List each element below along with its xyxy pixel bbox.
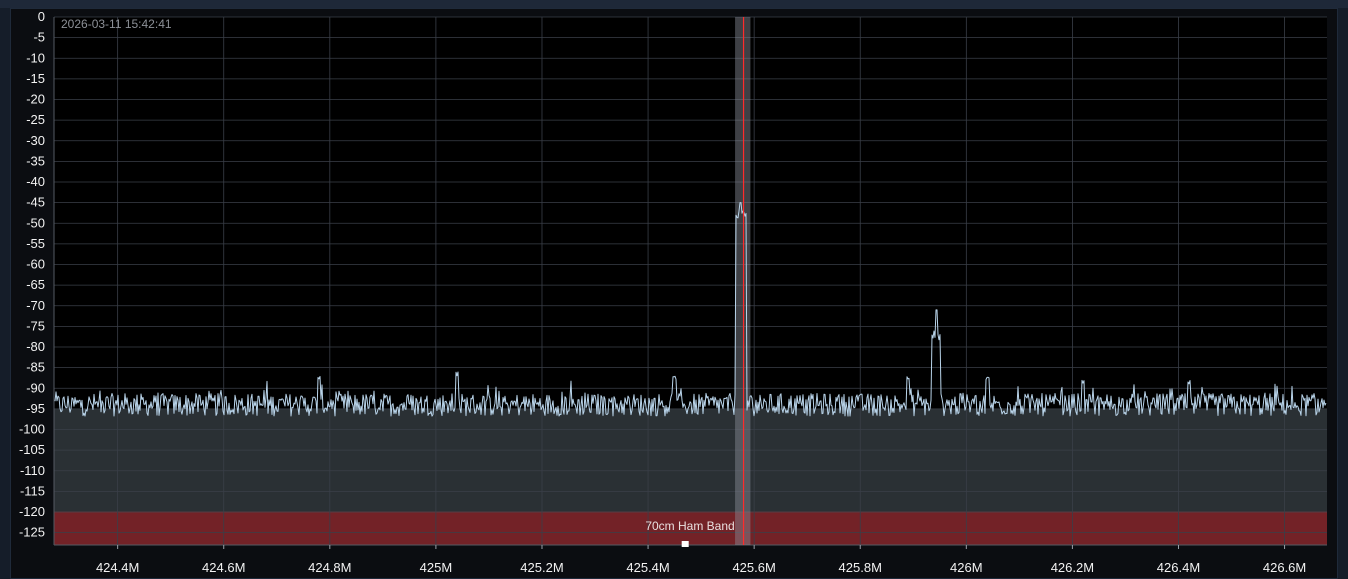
x-tick-label: 426.4M (1157, 560, 1200, 575)
y-tick-label: -10 (26, 50, 45, 65)
x-tick-label: 426M (950, 560, 983, 575)
y-tick-label: 0 (38, 9, 45, 24)
y-tick-label: -105 (19, 442, 45, 457)
y-tick-label: -35 (26, 153, 45, 168)
y-tick-label: -5 (33, 30, 45, 45)
x-tick-label: 425.6M (732, 560, 775, 575)
y-tick-label: -95 (26, 401, 45, 416)
y-tick-label: -90 (26, 380, 45, 395)
y-tick-label: -30 (26, 133, 45, 148)
y-tick-label: -65 (26, 277, 45, 292)
y-tick-label: -120 (19, 504, 45, 519)
y-tick-label: -125 (19, 525, 45, 540)
y-tick-label: -75 (26, 318, 45, 333)
y-tick-label: -60 (26, 257, 45, 272)
y-tick-label: -85 (26, 360, 45, 375)
y-tick-label: -110 (20, 463, 45, 478)
app-frame: 0 -5 -10 -15 -20 -25 -30 -35 -40 -45 -50 -55 -60 -65 -… (0, 0, 1348, 579)
y-tick-label: -20 (26, 92, 45, 107)
x-tick-label: 425.4M (626, 560, 669, 575)
y-tick-label: -55 (26, 236, 45, 251)
y-tick-label: -40 (26, 174, 45, 189)
x-tick-label: 424.6M (202, 560, 245, 575)
y-tick-label: -80 (26, 339, 45, 354)
y-tick-label: -45 (26, 195, 45, 210)
spectrum-chart[interactable]: 0 -5 -10 -15 -20 -25 -30 -35 -40 -45 -50 -55 -60 -65 -… (0, 0, 1348, 579)
x-tick-label: 425M (420, 560, 453, 575)
y-tick-label: -50 (26, 215, 45, 230)
timestamp: 2026-03-11 15:42:41 (61, 17, 172, 31)
channel-band (735, 17, 751, 545)
x-tick-label: 425.8M (839, 560, 882, 575)
y-tick-label: -100 (19, 422, 45, 437)
x-tick-label: 424.4M (96, 560, 139, 575)
y-tick-label: -25 (26, 112, 45, 127)
band-label: 70cm Ham Band (645, 519, 734, 533)
x-tick-label: 424.8M (308, 560, 351, 575)
y-tick-label: -70 (26, 298, 45, 313)
x-tick-label: 426.6M (1263, 560, 1306, 575)
x-tick-label: 426.2M (1051, 560, 1094, 575)
y-tick-label: -15 (26, 71, 45, 86)
band-marker[interactable] (681, 541, 689, 547)
y-tick-label: -115 (20, 483, 45, 498)
x-tick-label: 425.2M (520, 560, 563, 575)
